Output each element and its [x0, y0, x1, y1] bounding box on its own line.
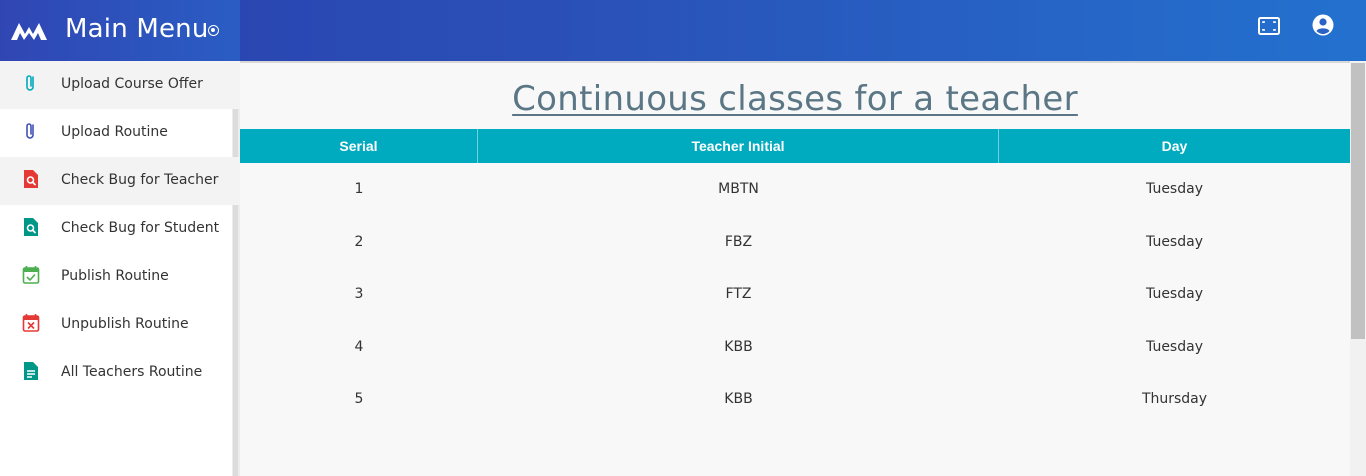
sidebar-item-label: Upload Course Offer	[61, 76, 203, 92]
sidebar-item-label: Publish Routine	[61, 268, 169, 284]
cell-day: Tuesday	[1146, 339, 1203, 355]
cell-day: Tuesday	[1146, 181, 1203, 197]
cell-teacher-initial: KBB	[724, 339, 753, 355]
column-header-serial[interactable]: Serial	[240, 129, 478, 163]
account-circle-icon[interactable]	[1311, 13, 1335, 37]
fullscreen-icon[interactable]	[1257, 14, 1281, 38]
search-file-icon	[24, 170, 38, 188]
sidebar-item-check-bug-teacher[interactable]: Check Bug for Teacher	[0, 157, 240, 205]
column-header-day[interactable]: Day	[999, 129, 1350, 163]
page-title: Continuous classes for a teacher	[512, 79, 1078, 119]
cell-day: Thursday	[1141, 391, 1208, 407]
paperclip-icon	[26, 123, 34, 139]
table-row: 4 KBB Tuesday	[240, 321, 1350, 373]
table-row: 3 FTZ Tuesday	[240, 268, 1350, 320]
page-scrollbar-thumb[interactable]	[1351, 63, 1365, 339]
search-file-icon	[24, 218, 38, 236]
app-title: Main Menu	[65, 14, 209, 44]
cell-day: Tuesday	[1146, 234, 1203, 250]
calendar-check-icon	[22, 266, 40, 284]
paperclip-icon	[26, 75, 34, 91]
cell-day: Tuesday	[1146, 286, 1203, 302]
sidebar-brand: Main Menu	[0, 0, 240, 61]
cell-teacher-initial: MBTN	[718, 181, 759, 197]
table-row: 2 FBZ Tuesday	[240, 216, 1350, 268]
cell-serial: 5	[354, 391, 364, 407]
table-row: 5 KBB Thursday	[240, 373, 1350, 425]
sidebar-item-label: All Teachers Routine	[61, 364, 203, 380]
sidebar-item-upload-routine[interactable]: Upload Routine	[0, 109, 240, 157]
sidebar-item-upload-course-offer[interactable]: Upload Course Offer	[0, 61, 240, 109]
sidebar-item-label: Check Bug for Student	[61, 220, 220, 236]
calendar-remove-icon	[22, 314, 40, 332]
table-row: 1 MBTN Tuesday	[240, 163, 1350, 215]
table-header: Serial Teacher Initial Day	[240, 129, 1350, 163]
column-header-teacher-initial[interactable]: Teacher Initial	[478, 129, 999, 163]
sidebar-item-check-bug-student[interactable]: Check Bug for Student	[0, 205, 240, 253]
main-content: Continuous classes for a teacher Serial …	[240, 61, 1350, 476]
sidebar-item-label: Check Bug for Teacher	[61, 172, 219, 188]
document-icon	[24, 362, 38, 380]
sidebar-item-publish-routine[interactable]: Publish Routine	[0, 253, 240, 301]
sidebar-item-all-teachers-routine[interactable]: All Teachers Routine	[0, 349, 240, 397]
sidebar-item-label: Upload Routine	[61, 124, 168, 140]
cell-teacher-initial: FBZ	[724, 234, 753, 250]
cell-serial: 4	[354, 339, 364, 355]
cell-serial: 3	[354, 286, 364, 302]
radio-toggle-icon[interactable]	[208, 25, 219, 36]
sidebar-item-label: Unpublish Routine	[61, 316, 189, 332]
m-logo-icon[interactable]	[10, 20, 48, 42]
cell-serial: 2	[354, 234, 364, 250]
cell-serial: 1	[354, 181, 364, 197]
cell-teacher-initial: FTZ	[725, 286, 752, 302]
sidebar-item-unpublish-routine[interactable]: Unpublish Routine	[0, 301, 240, 349]
cell-teacher-initial: KBB	[724, 391, 753, 407]
